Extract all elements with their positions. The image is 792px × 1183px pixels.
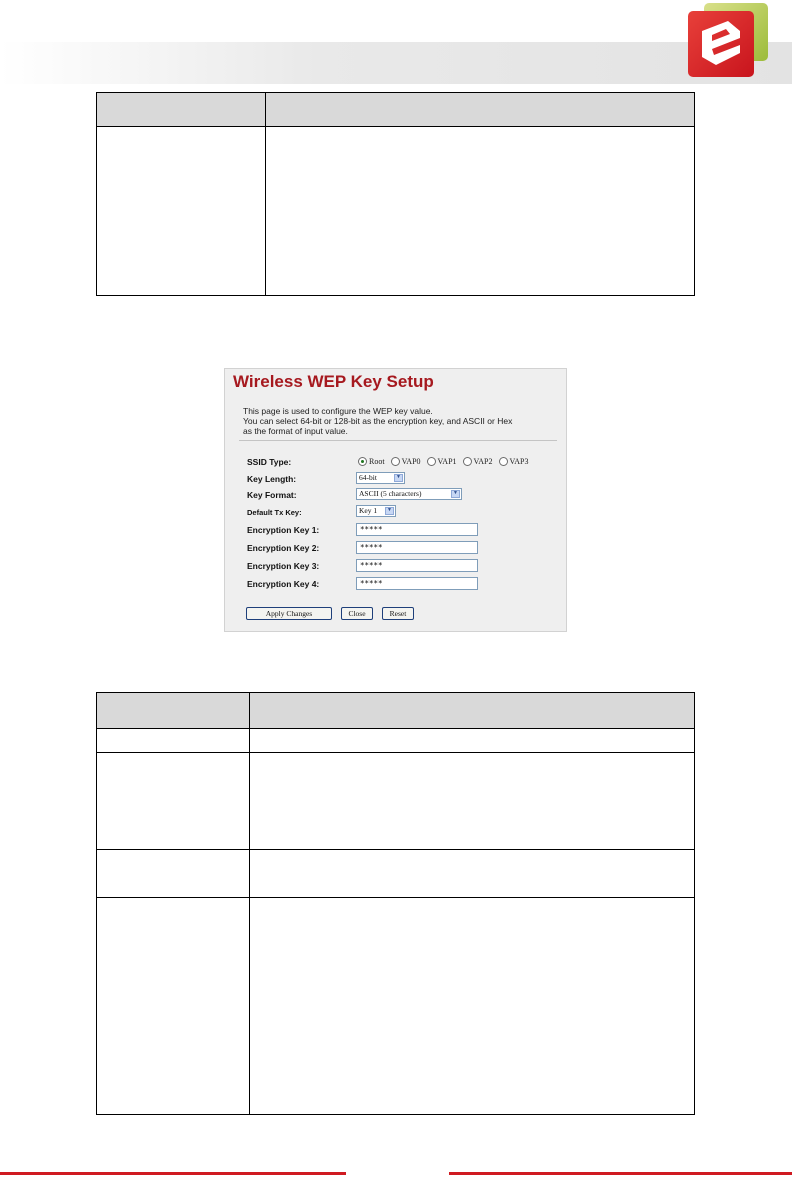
radio-icon: [390, 457, 400, 466]
table-cell: [96, 897, 250, 1115]
radio-icon: [498, 457, 508, 466]
radio-label: VAP3: [509, 457, 529, 466]
page-title: Wireless WEP Key Setup: [233, 372, 434, 391]
default-tx-key-label: Default Tx Key:: [247, 508, 302, 517]
table-cell: [96, 728, 250, 753]
encryption-key-2-input[interactable]: *****: [356, 541, 478, 554]
radio-selected-icon: [358, 457, 367, 466]
apply-changes-button[interactable]: Apply Changes: [246, 607, 332, 620]
chevron-down-icon: ▼: [385, 507, 394, 515]
footer-rule-left: [0, 1172, 346, 1175]
encryption-key-4-input[interactable]: *****: [356, 577, 478, 590]
radio-label: VAP0: [401, 457, 421, 466]
table-header-cell: [265, 92, 695, 127]
radio-label: VAP2: [473, 457, 493, 466]
ssid-type-radio-group: Root VAP0 VAP1 VAP2 VAP3: [358, 457, 529, 466]
radio-label: Root: [369, 457, 385, 466]
ssid-radio-vap1[interactable]: VAP1: [426, 457, 457, 466]
encryption-key-3-label: Encryption Key 3:: [247, 561, 320, 571]
parameter-table-bottom: [96, 692, 695, 1115]
ssid-radio-vap3[interactable]: VAP3: [498, 457, 529, 466]
selected-value: ASCII (5 characters): [359, 489, 422, 498]
table-cell: [249, 897, 695, 1115]
ssid-radio-vap2[interactable]: VAP2: [462, 457, 493, 466]
key-format-select[interactable]: ASCII (5 characters) ▼: [356, 488, 462, 500]
table-cell: [96, 849, 250, 898]
table-header-cell: [96, 92, 266, 127]
key-length-label: Key Length:: [247, 474, 297, 484]
wep-key-setup-screenshot: Wireless WEP Key Setup This page is used…: [224, 368, 567, 632]
ssid-radio-vap0[interactable]: VAP0: [390, 457, 421, 466]
table-cell: [249, 752, 695, 850]
radio-icon: [426, 457, 436, 466]
radio-label: VAP1: [437, 457, 457, 466]
encryption-key-4-label: Encryption Key 4:: [247, 579, 320, 589]
header-band: [0, 42, 792, 84]
logo-front-square: [688, 11, 754, 77]
default-tx-key-select[interactable]: Key 1 ▼: [356, 505, 396, 517]
radio-icon: [462, 457, 472, 466]
chevron-down-icon: ▼: [394, 474, 403, 482]
encryption-key-3-input[interactable]: *****: [356, 559, 478, 572]
parameter-table-top: [96, 92, 695, 296]
selected-value: Key 1: [359, 506, 378, 515]
logo-e-glyph: [702, 21, 740, 65]
table-cell: [249, 728, 695, 753]
description-line: You can select 64-bit or 128-bit as the …: [243, 416, 513, 426]
close-button[interactable]: Close: [341, 607, 373, 620]
footer-rule-right: [449, 1172, 792, 1175]
ssid-radio-root[interactable]: Root: [358, 457, 385, 466]
description-line: This page is used to configure the WEP k…: [243, 406, 433, 416]
key-length-select[interactable]: 64-bit ▼: [356, 472, 405, 484]
table-cell: [249, 849, 695, 898]
table-cell: [265, 126, 695, 296]
encryption-key-1-input[interactable]: *****: [356, 523, 478, 536]
brand-logo-icon: [688, 3, 768, 77]
table-cell: [96, 752, 250, 850]
reset-button[interactable]: Reset: [382, 607, 414, 620]
page-description: This page is used to configure the WEP k…: [243, 406, 561, 436]
ssid-type-label: SSID Type:: [247, 457, 292, 467]
table-cell: [96, 126, 266, 296]
key-format-label: Key Format:: [247, 490, 297, 500]
selected-value: 64-bit: [359, 473, 377, 482]
description-line: as the format of input value.: [243, 426, 348, 436]
table-header-cell: [249, 692, 695, 729]
encryption-key-2-label: Encryption Key 2:: [247, 543, 320, 553]
table-header-cell: [96, 692, 250, 729]
divider: [239, 440, 557, 441]
chevron-down-icon: ▼: [451, 490, 460, 498]
encryption-key-1-label: Encryption Key 1:: [247, 525, 320, 535]
